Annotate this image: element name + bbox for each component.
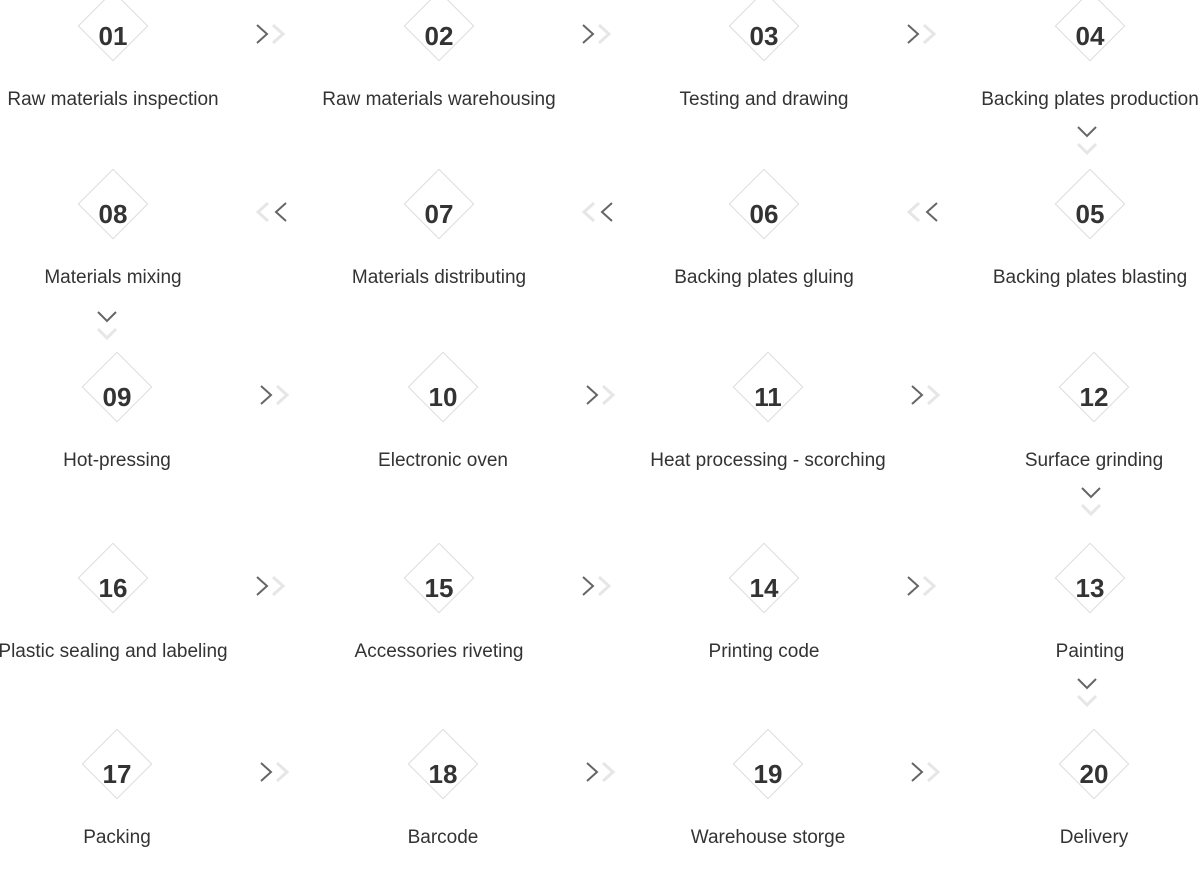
- step-label: Electronic oven: [378, 450, 508, 471]
- chevron-left-icon: [582, 200, 632, 230]
- chevron-right-icon: [581, 22, 631, 52]
- step-label: Raw materials inspection: [7, 89, 219, 110]
- process-step: 16 Plastic sealing and labeling: [0, 542, 274, 683]
- step-label: Accessories riveting: [354, 641, 524, 662]
- process-step: 14 Printing code: [625, 542, 925, 683]
- process-step: 12 Surface grinding: [955, 351, 1200, 492]
- step-label: Painting: [1055, 641, 1125, 662]
- chevron-right-icon: [259, 383, 309, 413]
- chevron-right-icon: [255, 22, 305, 52]
- process-step: 06 Backing plates gluing: [625, 168, 925, 309]
- step-label: Backing plates production: [981, 89, 1199, 110]
- step-number: 10: [428, 382, 458, 412]
- process-step: 17 Packing: [0, 728, 278, 869]
- process-step: 20 Delivery: [955, 728, 1200, 869]
- step-number: 13: [1075, 573, 1105, 603]
- chevron-down-icon: [95, 310, 145, 341]
- chevron-down-icon: [1075, 125, 1125, 156]
- process-step: 19 Warehouse storge: [629, 728, 929, 869]
- step-label: Testing and drawing: [679, 89, 849, 110]
- step-number: 11: [754, 382, 782, 412]
- step-number: 03: [749, 21, 779, 51]
- process-step: 18 Barcode: [304, 728, 604, 869]
- step-number: 16: [98, 573, 128, 603]
- step-label: Printing code: [708, 641, 820, 662]
- step-label: Hot-pressing: [63, 450, 171, 471]
- chevron-left-icon: [256, 200, 306, 230]
- step-number: 08: [98, 199, 128, 229]
- process-step: 05 Backing plates blasting: [951, 168, 1200, 309]
- process-step: 04 Backing plates production: [951, 0, 1200, 131]
- chevron-right-icon: [585, 383, 635, 413]
- step-number: 15: [424, 573, 454, 603]
- process-step: 07 Materials distributing: [300, 168, 600, 309]
- chevron-right-icon: [910, 383, 960, 413]
- step-number: 14: [749, 573, 779, 603]
- chevron-left-icon: [907, 200, 957, 230]
- chevron-right-icon: [255, 574, 305, 604]
- step-label: Surface grinding: [1024, 450, 1164, 471]
- step-number: 17: [102, 759, 132, 789]
- step-label: Warehouse storge: [690, 827, 846, 848]
- process-step: 08 Materials mixing: [0, 168, 274, 309]
- step-number: 09: [102, 382, 132, 412]
- step-label: Raw materials warehousing: [322, 89, 556, 110]
- step-label: Heat processing - scorching: [650, 450, 886, 471]
- process-step: 11 Heat processing - scorching: [629, 351, 929, 492]
- step-label: Materials distributing: [351, 267, 527, 288]
- chevron-right-icon: [585, 760, 635, 790]
- process-step: 09 Hot-pressing: [0, 351, 278, 492]
- chevron-right-icon: [906, 574, 956, 604]
- process-step: 03 Testing and drawing: [625, 0, 925, 131]
- process-step: 15 Accessories riveting: [300, 542, 600, 683]
- chevron-right-icon: [259, 760, 309, 790]
- step-label: Plastic sealing and labeling: [0, 641, 228, 662]
- step-number: 05: [1075, 199, 1105, 229]
- step-number: 01: [98, 21, 128, 51]
- step-number: 07: [424, 199, 454, 229]
- step-number: 20: [1079, 759, 1109, 789]
- step-number: 02: [424, 21, 454, 51]
- step-number: 06: [749, 199, 779, 229]
- chevron-right-icon: [581, 574, 631, 604]
- chevron-right-icon: [906, 22, 956, 52]
- process-step: 01 Raw materials inspection: [0, 0, 274, 131]
- chevron-right-icon: [910, 760, 960, 790]
- step-number: 19: [753, 759, 783, 789]
- process-step: 10 Electronic oven: [304, 351, 604, 492]
- step-number: 04: [1075, 21, 1105, 51]
- step-label: Backing plates gluing: [674, 267, 854, 288]
- chevron-down-icon: [1079, 486, 1129, 517]
- chevron-down-icon: [1075, 677, 1125, 708]
- step-number: 12: [1079, 382, 1109, 412]
- step-number: 18: [428, 759, 458, 789]
- step-label: Delivery: [1059, 827, 1129, 848]
- process-step: 02 Raw materials warehousing: [300, 0, 600, 131]
- step-label: Packing: [83, 827, 151, 848]
- process-step: 13 Painting: [951, 542, 1200, 683]
- step-label: Materials mixing: [44, 267, 182, 288]
- step-label: Backing plates blasting: [992, 267, 1188, 288]
- step-label: Barcode: [407, 827, 479, 848]
